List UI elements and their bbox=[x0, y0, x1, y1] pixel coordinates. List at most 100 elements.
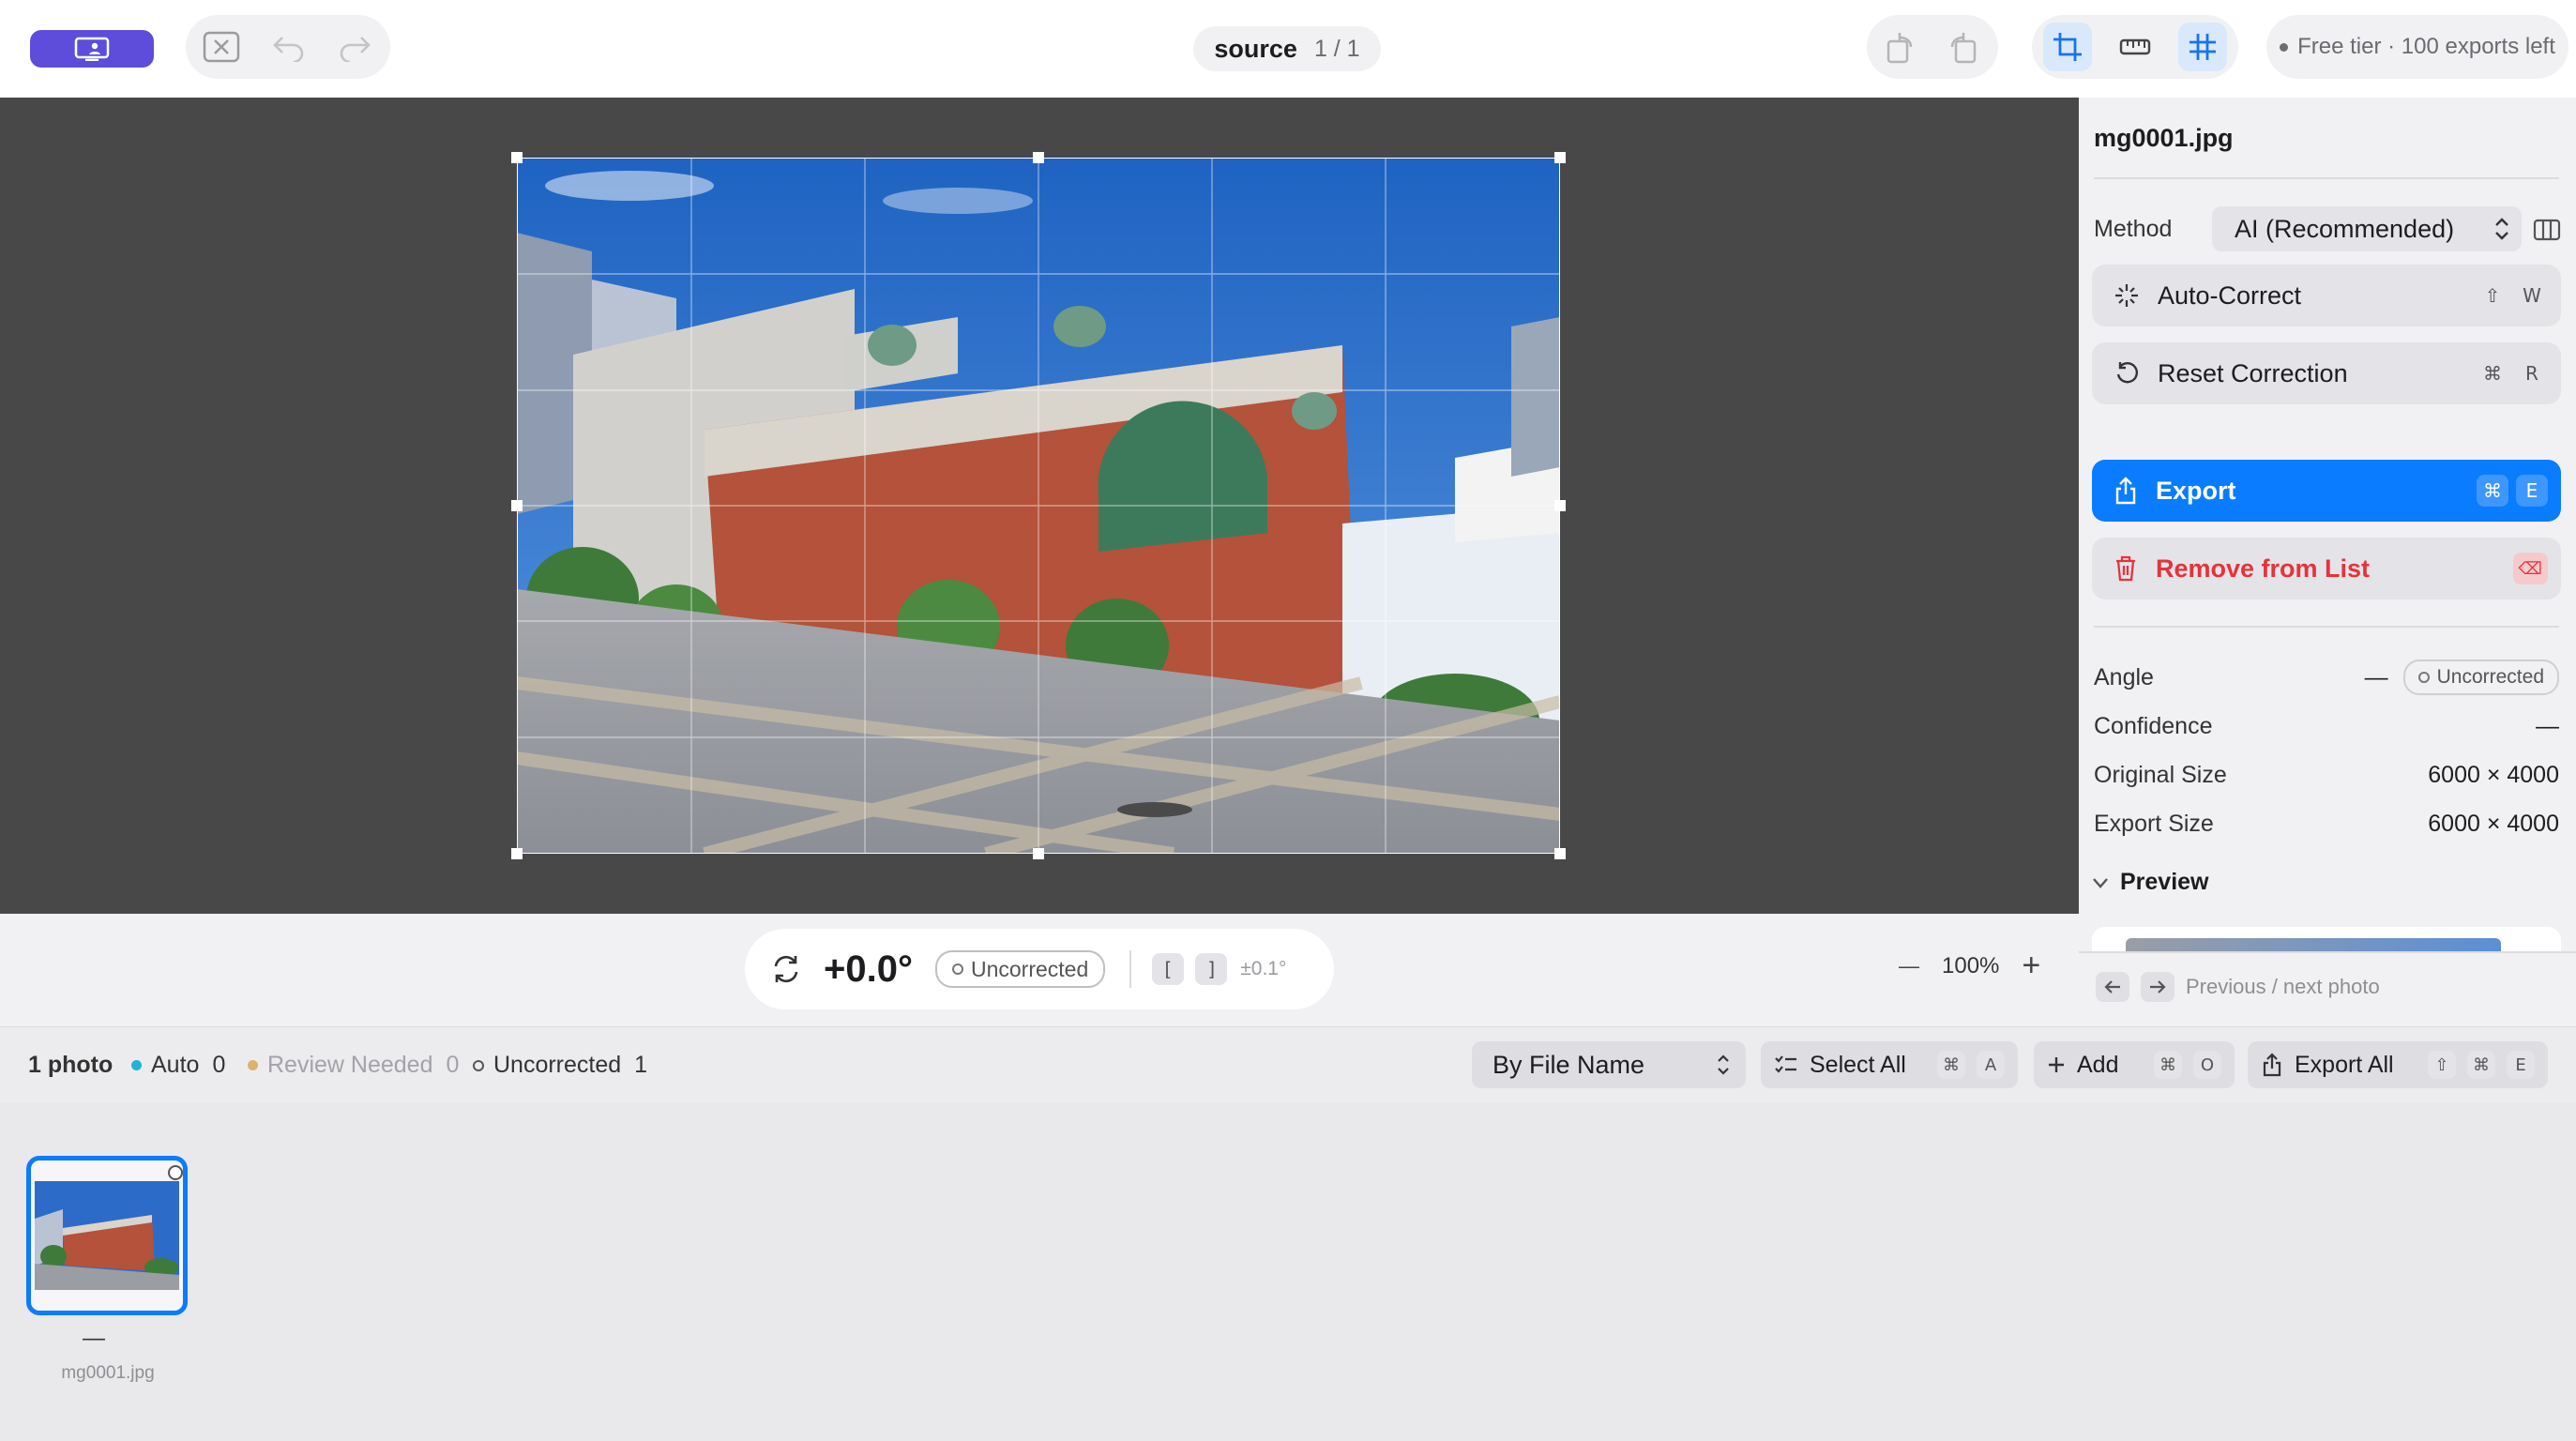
status-ring-icon bbox=[951, 963, 963, 975]
tier-status[interactable]: Free tier · 100 exports left bbox=[2266, 15, 2568, 79]
auto-label: Auto bbox=[151, 1052, 200, 1078]
angle-readout: +0.0° bbox=[824, 948, 913, 990]
shortcut-key: A bbox=[1977, 1051, 2005, 1079]
preview-section-header[interactable]: Preview bbox=[2092, 869, 2209, 896]
reset-correction-label: Reset Correction bbox=[2158, 358, 2348, 387]
method-select[interactable]: AI (Recommended) bbox=[2212, 206, 2522, 251]
photo-navigation: Previous / next photo bbox=[2096, 972, 2380, 1002]
uncorrected-ring bbox=[473, 1059, 484, 1071]
add-photos-button[interactable]: Add ⌘ O bbox=[2034, 1041, 2235, 1088]
share-icon bbox=[2113, 476, 2139, 506]
image-canvas[interactable] bbox=[0, 98, 2079, 914]
divider bbox=[1129, 950, 1132, 988]
preview-thumbnail bbox=[2092, 927, 2561, 951]
filmstrip: — mg0001.jpg bbox=[0, 1102, 2576, 1441]
review-dot bbox=[248, 1060, 258, 1070]
uncorrected-count: 1 bbox=[634, 1052, 648, 1078]
method-label: Method bbox=[2094, 216, 2173, 242]
export-all-button[interactable]: Export All ⇧ ⌘ E bbox=[2248, 1041, 2548, 1088]
crop-handle-bottom[interactable] bbox=[1033, 848, 1044, 859]
method-value: AI (Recommended) bbox=[2235, 214, 2455, 243]
undo-button[interactable] bbox=[265, 23, 313, 71]
edit-controls-group bbox=[186, 15, 390, 79]
export-label: Export bbox=[2156, 476, 2236, 505]
previous-photo-button[interactable] bbox=[2096, 972, 2129, 1002]
confidence-value: — bbox=[2536, 712, 2559, 739]
crop-handle-right[interactable] bbox=[1554, 500, 1566, 511]
export-all-label: Export All bbox=[2295, 1051, 2394, 1078]
close-box-icon bbox=[203, 31, 240, 63]
crop-handle-top-right[interactable] bbox=[1554, 152, 1566, 163]
rotate-right-icon bbox=[1945, 28, 1980, 66]
status-badge: Uncorrected bbox=[2402, 660, 2559, 695]
close-button[interactable] bbox=[197, 23, 246, 71]
review-label: Review Needed bbox=[267, 1052, 433, 1078]
remove-from-list-button[interactable]: Remove from List ⌫ bbox=[2092, 538, 2561, 599]
angle-control: +0.0° Uncorrected [ ] ±0.1° bbox=[745, 929, 1334, 1009]
tier-dot bbox=[2280, 42, 2289, 52]
shortcut-key: ⌘ bbox=[2467, 1051, 2495, 1079]
rotate-left-button[interactable] bbox=[1876, 23, 1925, 71]
redo-button[interactable] bbox=[330, 23, 379, 71]
list-check-icon bbox=[1774, 1054, 1798, 1076]
plus-icon bbox=[2047, 1055, 2066, 1074]
export-size-label: Export Size bbox=[2094, 810, 2214, 837]
reset-correction-button[interactable]: Reset Correction ⌘ R bbox=[2092, 342, 2561, 404]
uncorrected-filter[interactable]: Uncorrected 1 bbox=[473, 1052, 647, 1079]
thumbnail-card[interactable] bbox=[26, 1156, 188, 1315]
original-size-value: 6000 × 4000 bbox=[2428, 761, 2559, 788]
inspector-panel: mg0001.jpg Method AI (Recommended) Auto-… bbox=[2079, 98, 2576, 1026]
crop-handle-top[interactable] bbox=[1033, 152, 1044, 163]
export-size-row: Export Size 6000 × 4000 bbox=[2094, 799, 2559, 848]
step-left-key[interactable]: [ bbox=[1152, 953, 1185, 985]
thumbnail-image bbox=[35, 1181, 179, 1290]
shortcut-key: ⌘ bbox=[2477, 475, 2508, 507]
navigation-hint: Previous / next photo bbox=[2186, 975, 2380, 998]
status-badge: Uncorrected bbox=[934, 950, 1106, 988]
zoom-in-button[interactable]: + bbox=[2022, 948, 2040, 984]
step-right-key[interactable]: ] bbox=[1195, 953, 1228, 985]
auto-correct-button[interactable]: Auto-Correct ⇧ W bbox=[2092, 265, 2561, 326]
confidence-label: Confidence bbox=[2094, 712, 2213, 739]
chevron-up-down-icon bbox=[2493, 216, 2510, 242]
grid-tool-button[interactable] bbox=[2178, 23, 2227, 71]
status-ring-icon bbox=[2417, 672, 2430, 683]
shortcut-key: E bbox=[2516, 475, 2548, 507]
ruler-icon bbox=[2119, 38, 2151, 56]
trash-icon bbox=[2113, 554, 2139, 583]
auto-count: 0 bbox=[212, 1052, 226, 1078]
select-all-button[interactable]: Select All ⌘ A bbox=[1761, 1041, 2018, 1088]
auto-filter[interactable]: Auto 0 bbox=[131, 1052, 225, 1079]
divider bbox=[2094, 626, 2559, 628]
step-hint: ±0.1° bbox=[1240, 958, 1287, 979]
shortcut-key: O bbox=[2193, 1051, 2221, 1079]
next-photo-button[interactable] bbox=[2141, 972, 2174, 1002]
status-badge-text: Uncorrected bbox=[2436, 666, 2544, 688]
ruler-tool-button[interactable] bbox=[2111, 23, 2159, 71]
sort-select[interactable]: By File Name bbox=[1472, 1041, 1746, 1088]
uncorrected-label: Uncorrected bbox=[493, 1052, 622, 1078]
confidence-row: Confidence — bbox=[2094, 702, 2559, 751]
review-filter[interactable]: Review Needed 0 bbox=[248, 1052, 459, 1079]
chevron-up-down-icon bbox=[1716, 1053, 1731, 1077]
crop-handle-bottom-left[interactable] bbox=[511, 848, 523, 859]
select-all-label: Select All bbox=[1810, 1051, 1906, 1078]
export-size-value: 6000 × 4000 bbox=[2428, 810, 2559, 837]
source-indicator[interactable]: source 1 / 1 bbox=[1193, 26, 1381, 71]
crop-frame[interactable] bbox=[517, 158, 1560, 854]
remove-label: Remove from List bbox=[2156, 554, 2371, 583]
rotate-reset-button[interactable] bbox=[769, 952, 803, 986]
export-button[interactable]: Export ⌘ E bbox=[2092, 460, 2561, 522]
rotate-right-button[interactable] bbox=[1938, 23, 1987, 71]
crop-tool-button[interactable] bbox=[2043, 23, 2092, 71]
crop-handle-bottom-right[interactable] bbox=[1554, 848, 1566, 859]
zoom-level: 100% bbox=[1942, 952, 2000, 978]
shortcut-key: ⌘ bbox=[2477, 357, 2508, 389]
zoom-out-button[interactable]: — bbox=[1899, 954, 1919, 978]
source-label: source bbox=[1214, 34, 1297, 63]
app-menu-button[interactable] bbox=[30, 30, 154, 68]
crop-handle-top-left[interactable] bbox=[511, 152, 523, 163]
crop-handle-left[interactable] bbox=[511, 500, 523, 511]
compare-view-button[interactable] bbox=[2531, 214, 2563, 246]
adjustment-bar: +0.0° Uncorrected [ ] ±0.1° — 100% + bbox=[0, 914, 2079, 1026]
